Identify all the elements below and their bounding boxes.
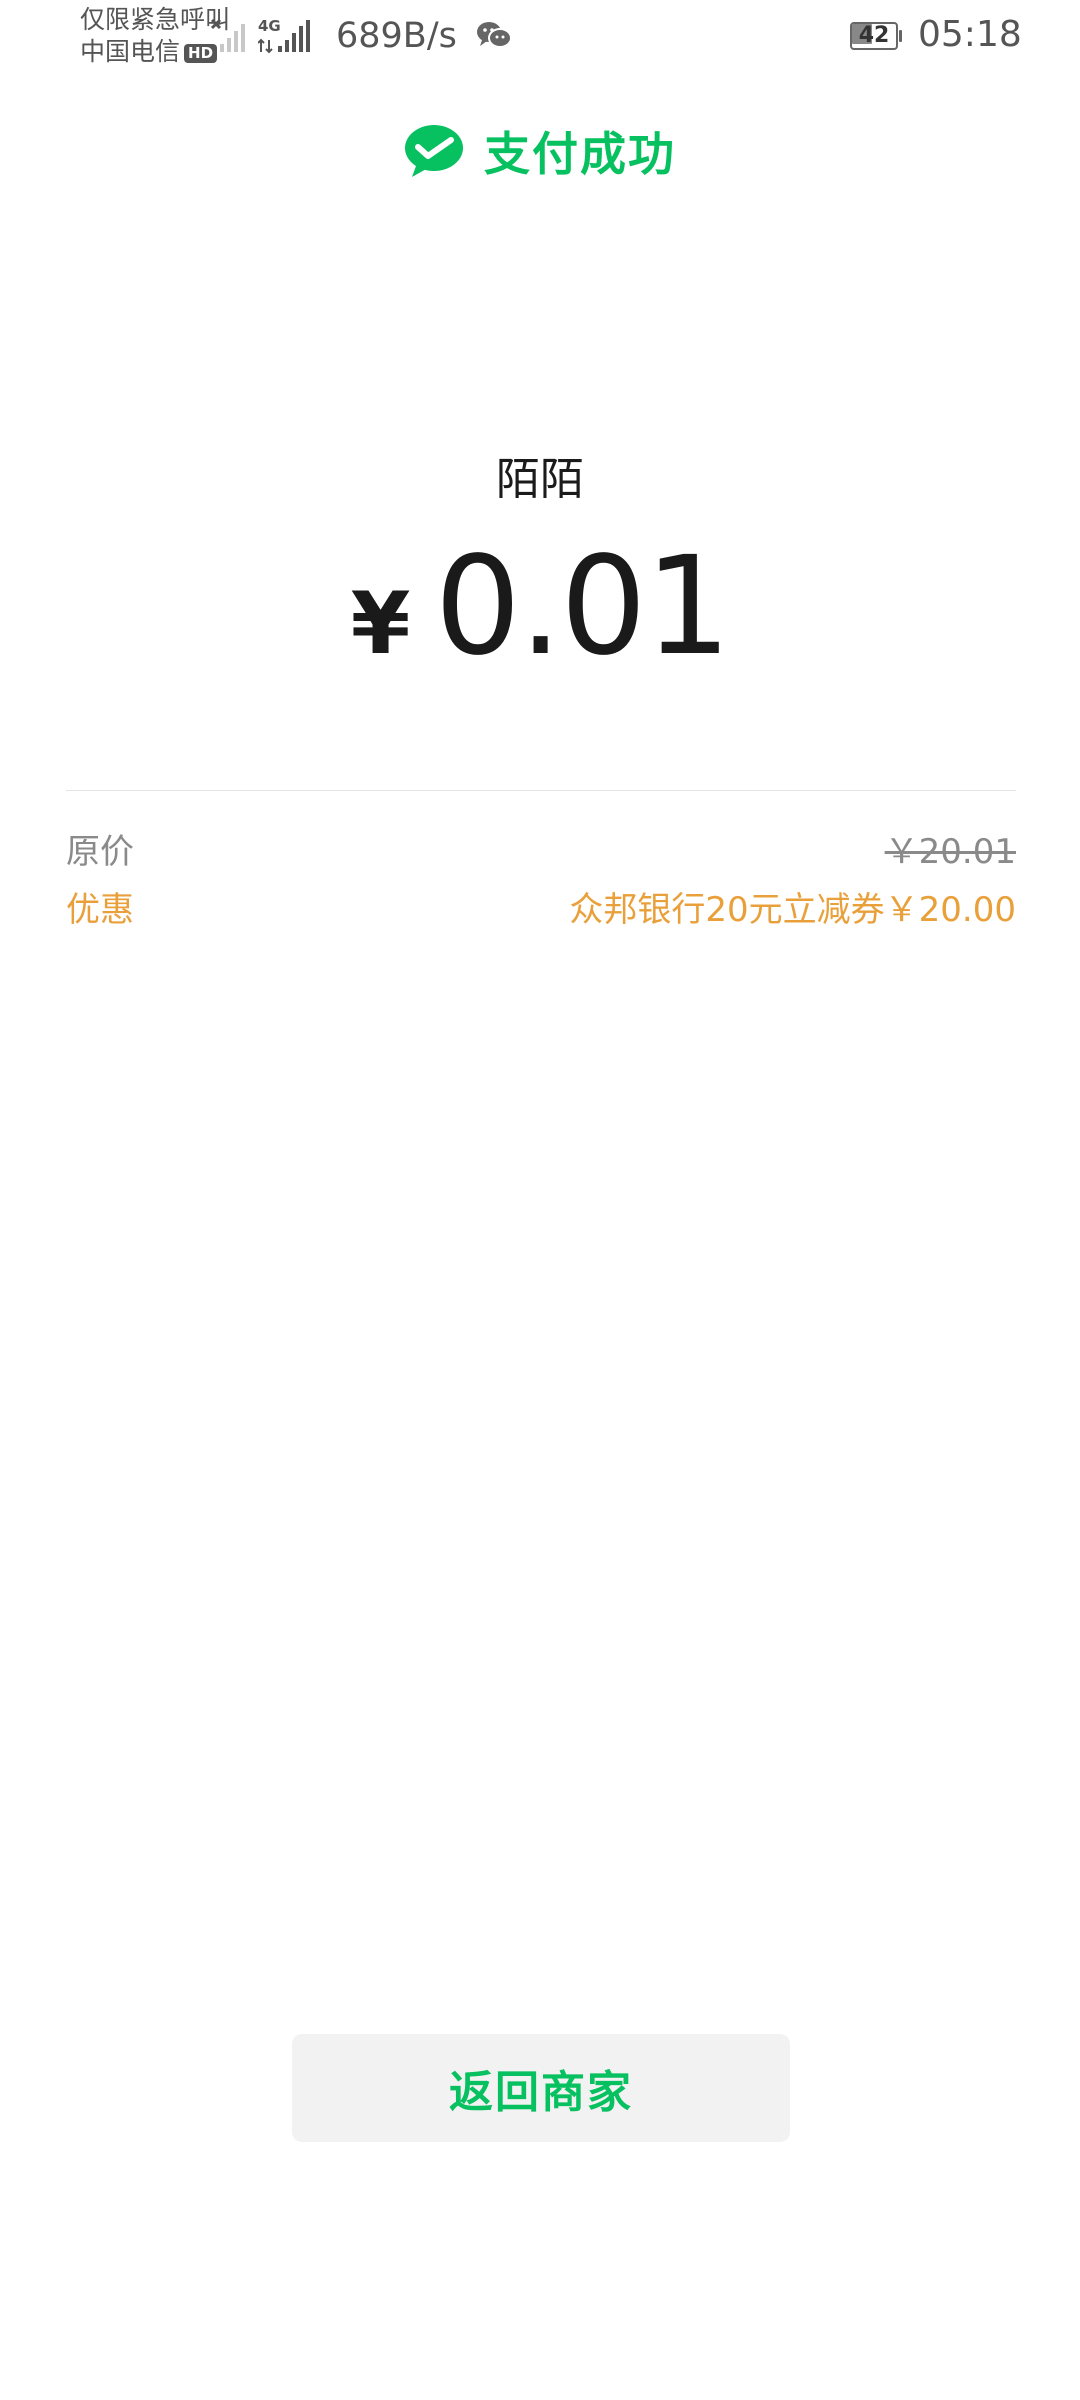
payment-amount: 0.01 xyxy=(434,528,732,686)
emergency-only-text: 仅限紧急呼叫 xyxy=(80,5,231,34)
battery-icon: 42 xyxy=(850,22,902,50)
carrier-name: 中国电信 xyxy=(80,37,181,66)
discount-row: 优惠 众邦银行20元立减券￥20.00 xyxy=(66,882,1016,931)
original-price-label: 原价 xyxy=(66,832,134,872)
amount-row: ¥ 0.01 xyxy=(0,528,1080,686)
payment-success-title: 支付成功 xyxy=(484,127,676,181)
wechat-pay-check-icon xyxy=(405,125,463,177)
carrier-info: 仅限紧急呼叫 中国电信 HD xyxy=(80,4,230,68)
divider xyxy=(66,790,1016,791)
wechat-notification-icon xyxy=(477,22,512,48)
battery-level: 42 xyxy=(858,23,890,48)
no-signal-icon xyxy=(210,18,245,52)
return-to-merchant-button[interactable]: 返回商家 xyxy=(292,2034,790,2142)
original-price-row: 原价 ￥20.01 xyxy=(66,824,1016,873)
payment-success-screen: 仅限紧急呼叫 中国电信 HD 4G 689B/s 42 05:18 支付成功 陌… xyxy=(0,0,1080,2400)
signal-4g-group: 4G xyxy=(257,17,314,58)
currency-symbol: ¥ xyxy=(350,574,411,674)
battery-tip xyxy=(899,30,902,42)
status-bar: 仅限紧急呼叫 中国电信 HD 4G 689B/s 42 05:18 xyxy=(0,0,1080,72)
carrier-name-row: 中国电信 HD xyxy=(80,36,230,68)
network-type-label: 4G xyxy=(258,17,281,35)
clock: 05:18 xyxy=(918,14,1022,55)
success-header: 支付成功 xyxy=(0,118,1080,184)
net-speed: 689B/s xyxy=(336,16,457,56)
merchant-name: 陌陌 xyxy=(496,454,584,505)
discount-value: 众邦银行20元立减券￥20.00 xyxy=(569,890,1016,930)
discount-label: 优惠 xyxy=(66,890,134,930)
original-price-value: ￥20.01 xyxy=(884,832,1016,872)
